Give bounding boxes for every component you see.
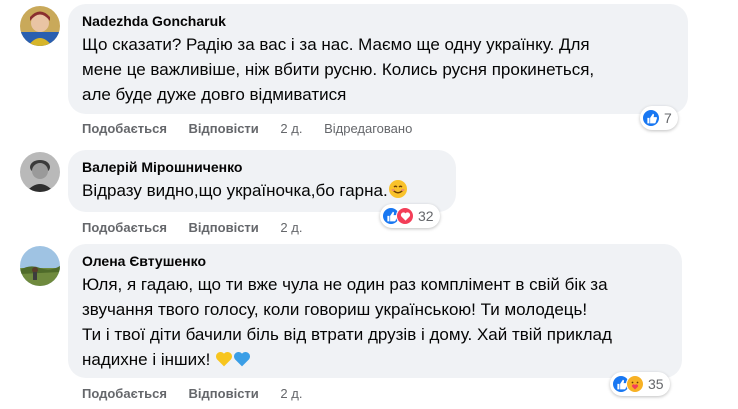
comment-text: Що сказати? Радію за вас і за нас. Маємо… xyxy=(82,35,595,104)
reaction-count: 7 xyxy=(664,110,672,126)
comment-text: Відразу видно,що україночка,бо гарна. xyxy=(82,178,442,206)
comment-text: Юля, я гадаю, що ти вже чула не один раз… xyxy=(82,272,668,375)
reply-button[interactable]: Відповісти xyxy=(189,220,259,235)
edited-label: Відредаговано xyxy=(324,121,413,136)
comment-bubble: Валерій Мірошниченко Відразу видно,що ук… xyxy=(68,150,456,212)
reaction-count: 35 xyxy=(648,376,664,392)
comment: Валерій Мірошниченко Відразу видно,що ук… xyxy=(0,146,738,236)
avatar[interactable] xyxy=(20,152,60,192)
comment-actions: Подобається Відповісти 2 д. Відредагован… xyxy=(82,121,412,137)
comment: Олена Євтушенко Юля, я гадаю, що ти вже … xyxy=(0,240,738,409)
like-button[interactable]: Подобається xyxy=(82,386,167,401)
love-icon xyxy=(396,207,414,225)
like-button[interactable]: Подобається xyxy=(82,121,167,136)
reply-button[interactable]: Відповісти xyxy=(189,121,259,136)
comment: Nadezhda Goncharuk Що сказати? Радію за … xyxy=(0,0,738,136)
reaction-summary[interactable]: 32 xyxy=(380,204,440,228)
timestamp[interactable]: 2 д. xyxy=(280,121,302,136)
reaction-summary[interactable]: 35 xyxy=(610,372,670,396)
comment-bubble: Олена Євтушенко Юля, я гадаю, що ти вже … xyxy=(68,244,682,378)
comment-bubble: Nadezhda Goncharuk Що сказати? Радію за … xyxy=(68,4,688,114)
care-icon xyxy=(626,375,644,393)
reply-button[interactable]: Відповісти xyxy=(189,386,259,401)
avatar[interactable] xyxy=(20,6,60,46)
like-icon xyxy=(642,109,660,127)
comment-author[interactable]: Валерій Мірошниченко xyxy=(82,158,442,176)
smiling-face-emoji xyxy=(388,179,408,206)
comment-author[interactable]: Олена Євтушенко xyxy=(82,252,668,270)
blue-heart-emoji xyxy=(233,350,251,375)
yellow-heart-emoji xyxy=(215,350,233,375)
timestamp[interactable]: 2 д. xyxy=(280,386,302,401)
timestamp[interactable]: 2 д. xyxy=(280,220,302,235)
comment-author[interactable]: Nadezhda Goncharuk xyxy=(82,12,674,30)
reaction-summary[interactable]: 7 xyxy=(640,106,678,130)
like-button[interactable]: Подобається xyxy=(82,220,167,235)
comment-actions: Подобається Відповісти 2 д. xyxy=(82,220,320,236)
avatar[interactable] xyxy=(20,246,60,286)
comment-actions: Подобається Відповісти 2 д. xyxy=(82,386,320,402)
reaction-count: 32 xyxy=(418,208,434,224)
